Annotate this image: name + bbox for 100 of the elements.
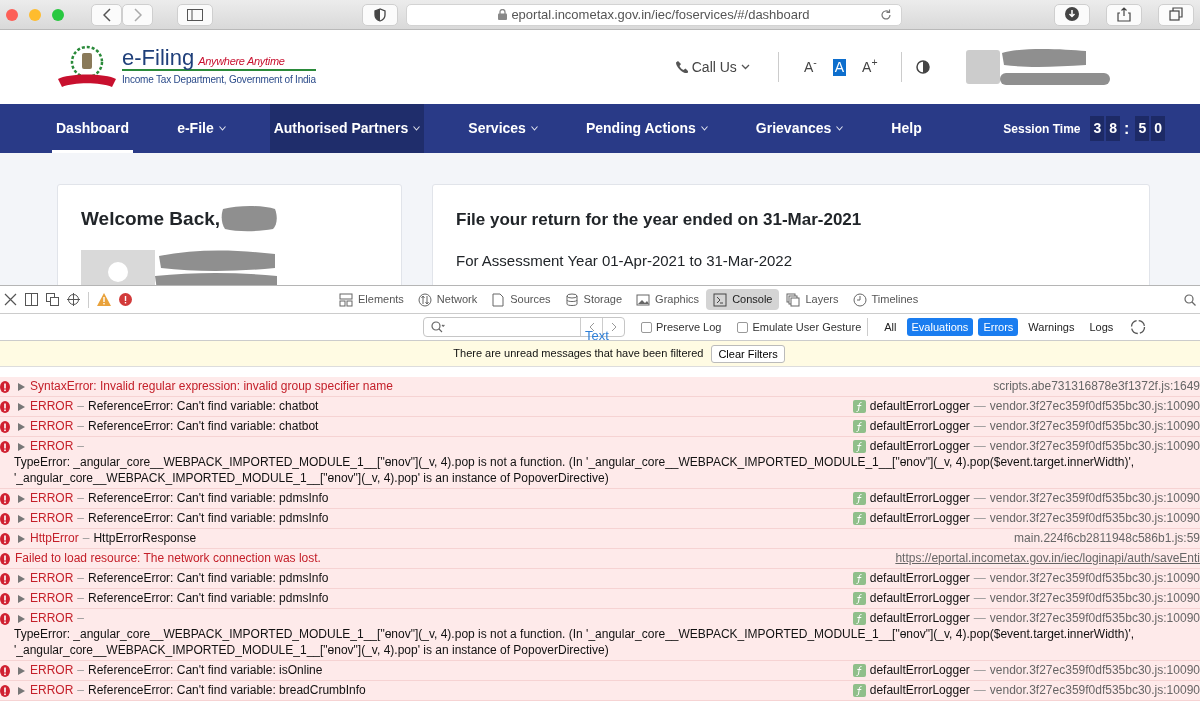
separator-dash: – — [77, 491, 85, 506]
chevron-right-icon — [610, 322, 617, 332]
error-message: ReferenceError: Can't find variable: pdmsInfo — [88, 511, 329, 526]
filter-toggle[interactable]: Logs — [1084, 317, 1119, 337]
source-location: scripts.abe731316878e3f1372f.js:1649 — [993, 379, 1200, 394]
error-icon — [0, 400, 10, 413]
filter-toggle[interactable]: Errors — [978, 317, 1019, 337]
undock-icon[interactable] — [46, 293, 59, 306]
filter-toggle[interactable]: Warnings — [1023, 317, 1080, 337]
error-icon — [0, 552, 10, 565]
devtools-tab[interactable]: Layers — [779, 289, 846, 310]
error-icon — [0, 532, 10, 545]
devtools-tab[interactable]: Graphics — [629, 289, 707, 310]
function-icon — [852, 440, 866, 453]
function-icon — [852, 492, 866, 505]
font-size-button[interactable]: A$^{-}$ — [801, 58, 819, 76]
separator-dash: – — [77, 419, 85, 434]
error-icon — [0, 440, 10, 453]
contrast-icon[interactable] — [915, 60, 930, 74]
address-bar[interactable]: eportal.incometax.gov.in/iec/foservices/#/dashboard — [406, 3, 902, 26]
filter-toggle[interactable]: Evaluations — [906, 317, 974, 337]
clear-filters-button[interactable]: Clear Filters — [711, 344, 785, 363]
nav-link[interactable]: e-File — [173, 104, 230, 153]
tabs-button[interactable] — [1158, 3, 1194, 26]
error-message: ReferenceError: Can't find variable: chatbot — [88, 419, 319, 434]
separator-dash: – — [77, 571, 85, 586]
function-name: defaultErrorLogger — [869, 439, 970, 454]
tagline: Anywhere Anytime — [198, 53, 285, 69]
filter-toggle[interactable]: All — [879, 317, 902, 337]
source-link[interactable]: https://eportal.incometax.gov.in/iec/loginapi/auth/saveEnti — [895, 551, 1200, 566]
devtools-tab[interactable]: Timelines — [845, 289, 926, 310]
error-icon — [0, 572, 10, 585]
warning-icon[interactable] — [97, 293, 111, 306]
dock-side-icon[interactable] — [25, 293, 38, 306]
error-icon[interactable] — [119, 293, 132, 306]
separator-dash: – — [77, 511, 85, 526]
font-size-button[interactable]: A — [832, 58, 847, 76]
disclosure-icon[interactable] — [18, 382, 25, 391]
function-name: defaultErrorLogger — [869, 571, 970, 586]
error-detail: TypeError: _angular_core__WEBPACK_IMPORTED_MODULE_1__["ɵnov"](_v, 4).pop is not a function. (In '_angular_core__WEBPACK_IMPORTED_MODULE_1__["ɵnov"](_v, 4).pop($event.target.innerWidth)', '_angular_core__WEBPACK_IMPORTED_MODULE_1__["ɵnov"](_v, 4).pop' is an instance of PopoverDirective) — [13, 626, 1136, 658]
checkbox[interactable] — [737, 321, 749, 333]
devtools-tab[interactable]: Network — [410, 289, 485, 310]
nav-link[interactable]: Grievances — [751, 104, 848, 153]
share-button[interactable] — [1106, 3, 1142, 26]
disclosure-icon[interactable] — [18, 514, 25, 523]
devtools-tab[interactable]: Elements — [332, 289, 411, 310]
disclosure-icon[interactable] — [18, 494, 25, 503]
disclosure-icon[interactable] — [18, 686, 25, 695]
function-icon — [852, 592, 866, 605]
privacy-button[interactable] — [362, 3, 398, 26]
download-button[interactable] — [1054, 3, 1090, 26]
download-icon — [1065, 7, 1079, 22]
devtools-tab[interactable]: Console — [706, 289, 780, 310]
back-button[interactable] — [91, 3, 122, 26]
disclosure-icon[interactable] — [18, 402, 25, 411]
source-location: main.224f6cb2811948c586b1.js:59 — [1014, 531, 1200, 546]
font-size-button[interactable]: A$^{+}$ — [860, 58, 880, 76]
disclosure-icon[interactable] — [18, 666, 25, 675]
chevron-down-icon — [413, 126, 421, 131]
close-icon[interactable] — [4, 293, 17, 306]
error-level: HttpError — [30, 531, 79, 546]
timer-digit: 0 — [1151, 116, 1165, 141]
separator-dash: — — [973, 611, 986, 626]
separator-dash: — — [973, 683, 986, 698]
reload-icon[interactable] — [880, 8, 892, 21]
nav-link[interactable]: Pending Actions — [581, 104, 712, 153]
error-message: SyntaxError: Invalid regular expression: invalid group specifier name — [30, 379, 393, 394]
source-location: vendor.3f27ec359f0df535bc30.js:10090 — [989, 399, 1200, 414]
error-message: HttpErrorResponse — [93, 531, 197, 546]
error-icon — [0, 492, 10, 505]
disclosure-icon[interactable] — [18, 574, 25, 583]
disclosure-icon[interactable] — [18, 422, 25, 431]
error-level: ERROR — [30, 439, 74, 454]
nav-link[interactable]: Services — [464, 104, 542, 153]
clear-log-icon[interactable] — [1130, 319, 1147, 335]
disclosure-icon[interactable] — [18, 534, 25, 543]
emblem-logo — [56, 45, 118, 89]
function-icon — [852, 512, 866, 525]
disclosure-icon[interactable] — [18, 614, 25, 623]
checkbox[interactable] — [641, 321, 652, 333]
sidebar-button[interactable] — [177, 3, 213, 26]
function-name: defaultErrorLogger — [869, 399, 970, 414]
nav-link[interactable]: Help — [887, 104, 926, 153]
call-us-button[interactable]: Call Us — [675, 56, 750, 78]
nav-link[interactable]: Authorised Partners — [269, 104, 425, 153]
source-location: vendor.3f27ec359f0df535bc30.js:10090 — [989, 511, 1200, 526]
checkbox-label: Preserve Log — [656, 319, 722, 335]
welcome-text: Welcome Back, — [81, 207, 221, 231]
devtools-tab[interactable]: Storage — [557, 289, 630, 310]
error-icon — [0, 684, 10, 697]
timer-separator: : — [1124, 118, 1130, 139]
error-level: ERROR — [30, 611, 74, 626]
target-icon[interactable] — [67, 293, 80, 306]
disclosure-icon[interactable] — [18, 442, 25, 451]
chevron-down-icon — [218, 126, 226, 131]
search-icon[interactable] — [1184, 293, 1196, 306]
error-message: ReferenceError: Can't find variable: isOnline — [88, 663, 323, 678]
devtools-tab[interactable]: Sources — [484, 289, 558, 310]
disclosure-icon[interactable] — [18, 594, 25, 603]
error-detail: TypeError: _angular_core__WEBPACK_IMPORTED_MODULE_1__["ɵnov"](_v, 4).pop is not a function. (In '_angular_core__WEBPACK_IMPORTED_MODULE_1__["ɵnov"](_v, 4).pop($event.target.innerWidth)', '_angular_core__WEBPACK_IMPORTED_MODULE_1__["ɵnov"](_v, 4).pop' is an instance of PopoverDirective) — [13, 454, 1136, 486]
